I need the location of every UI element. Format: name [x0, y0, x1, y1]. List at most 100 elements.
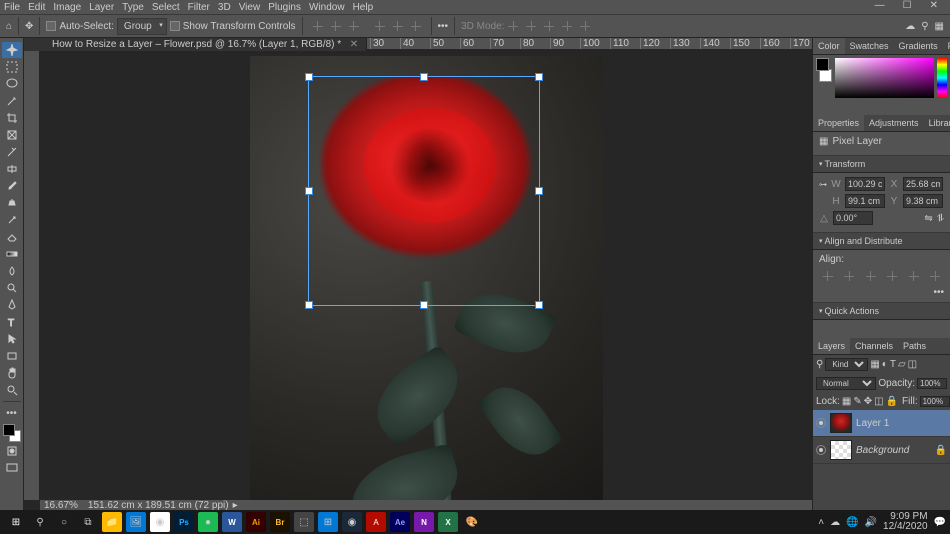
tab-properties[interactable]: Properties: [813, 115, 864, 131]
taskbar-app-chrome[interactable]: ◉: [150, 512, 170, 532]
canvas-area[interactable]: How to Resize a Layer – Flower.psd @ 16.…: [24, 38, 812, 510]
x-input[interactable]: [903, 177, 943, 191]
align-more-icon[interactable]: •••: [933, 287, 944, 298]
tray-onedrive-icon[interactable]: ☁: [830, 517, 840, 528]
move-tool-icon[interactable]: ✥: [25, 21, 33, 32]
zoom-tool[interactable]: [2, 382, 22, 398]
align-right-icon[interactable]: [347, 19, 361, 33]
lock-all-icon[interactable]: 🔒: [886, 396, 898, 407]
taskbar-app-photoshop[interactable]: Ps: [174, 512, 194, 532]
menu-type[interactable]: Type: [122, 2, 144, 13]
search-button[interactable]: ⚲: [30, 512, 50, 532]
filter-kind-dropdown[interactable]: Kind: [825, 358, 868, 371]
y-input[interactable]: [903, 194, 943, 208]
layer-name-background[interactable]: Background: [856, 445, 909, 456]
window-close-button[interactable]: ✕: [930, 0, 938, 11]
document-canvas[interactable]: [250, 56, 603, 506]
start-button[interactable]: ⊞: [6, 512, 26, 532]
type-tool[interactable]: T: [2, 314, 22, 330]
menu-filter[interactable]: Filter: [188, 2, 210, 13]
tab-adjustments[interactable]: Adjustments: [864, 115, 924, 131]
foreground-color[interactable]: [3, 424, 15, 436]
3d-orbit-icon[interactable]: [506, 19, 520, 33]
filter-type-icon[interactable]: T: [890, 359, 896, 370]
filter-shape-icon[interactable]: ▱: [898, 359, 906, 370]
align-right-edges-icon[interactable]: [864, 269, 878, 283]
blend-mode-dropdown[interactable]: Normal: [816, 377, 876, 390]
hand-tool[interactable]: [2, 365, 22, 381]
layer-thumbnail-layer1[interactable]: [830, 413, 852, 433]
taskbar-app-photos[interactable]: 🖼: [126, 512, 146, 532]
clone-stamp-tool[interactable]: [2, 195, 22, 211]
document-tab[interactable]: How to Resize a Layer – Flower.psd @ 16.…: [44, 38, 367, 51]
tab-channels[interactable]: Channels: [850, 338, 898, 354]
tab-paths[interactable]: Paths: [898, 338, 931, 354]
tab-patterns[interactable]: Patterns: [943, 38, 950, 54]
status-chevron-icon[interactable]: ▸: [233, 500, 238, 511]
flip-vertical-icon[interactable]: ⥮: [937, 213, 944, 224]
lasso-tool[interactable]: [2, 76, 22, 92]
menu-edit[interactable]: Edit: [28, 2, 45, 13]
filter-smart-icon[interactable]: ◫: [908, 359, 917, 370]
fill-input[interactable]: [920, 396, 950, 407]
taskbar-app-aftereffects[interactable]: Ae: [390, 512, 410, 532]
magic-wand-tool[interactable]: [2, 93, 22, 109]
align-center-h-icon[interactable]: [329, 19, 343, 33]
taskbar-app-acrobat[interactable]: A: [366, 512, 386, 532]
align-top-edges-icon[interactable]: [886, 269, 900, 283]
angle-input[interactable]: [833, 211, 873, 225]
auto-select-checkbox[interactable]: [46, 21, 56, 31]
menu-window[interactable]: Window: [309, 2, 345, 13]
opacity-input[interactable]: [917, 378, 947, 389]
3d-roll-icon[interactable]: [524, 19, 538, 33]
visibility-toggle-background[interactable]: [816, 445, 826, 455]
cortana-button[interactable]: ○: [54, 512, 74, 532]
transform-controls-checkbox[interactable]: [170, 21, 180, 31]
tab-gradients[interactable]: Gradients: [894, 38, 943, 54]
gradient-tool[interactable]: [2, 246, 22, 262]
taskbar-app-explorer[interactable]: 📁: [102, 512, 122, 532]
flip-horizontal-icon[interactable]: ⇋: [924, 213, 932, 224]
crop-tool[interactable]: [2, 110, 22, 126]
tab-layers[interactable]: Layers: [813, 338, 850, 354]
zoom-level[interactable]: 16.67%: [44, 500, 78, 511]
align-left-icon[interactable]: [311, 19, 325, 33]
tab-swatches[interactable]: Swatches: [845, 38, 894, 54]
align-vertical-centers-icon[interactable]: [907, 269, 921, 283]
menu-layer[interactable]: Layer: [89, 2, 114, 13]
brush-tool[interactable]: [2, 178, 22, 194]
edit-toolbar-icon[interactable]: •••: [2, 405, 22, 421]
share-icon[interactable]: ☁: [905, 21, 915, 32]
window-minimize-button[interactable]: —: [875, 0, 885, 11]
rectangle-tool[interactable]: [2, 348, 22, 364]
filter-search-icon[interactable]: ⚲: [816, 359, 823, 370]
layer-thumbnail-background[interactable]: [830, 440, 852, 460]
path-selection-tool[interactable]: [2, 331, 22, 347]
taskbar-app-excel[interactable]: X: [438, 512, 458, 532]
taskbar-app-generic1[interactable]: ⬚: [294, 512, 314, 532]
link-wh-icon[interactable]: ⊶: [819, 180, 827, 189]
align-bottom-edges-icon[interactable]: [929, 269, 943, 283]
healing-brush-tool[interactable]: [2, 161, 22, 177]
align-section-header[interactable]: Align and Distribute: [813, 232, 950, 250]
menu-image[interactable]: Image: [53, 2, 81, 13]
taskbar-app-spotify[interactable]: ●: [198, 512, 218, 532]
frame-tool[interactable]: [2, 127, 22, 143]
color-field[interactable]: [835, 58, 934, 98]
tray-network-icon[interactable]: 🌐: [846, 517, 858, 528]
blur-tool[interactable]: [2, 263, 22, 279]
3d-slide-icon[interactable]: [560, 19, 574, 33]
align-left-edges-icon[interactable]: [821, 269, 835, 283]
auto-select-dropdown[interactable]: Group: [117, 18, 167, 35]
tab-libraries[interactable]: Libraries: [924, 115, 950, 131]
align-horizontal-centers-icon[interactable]: [843, 269, 857, 283]
layer-row-layer1[interactable]: Layer 1: [813, 410, 950, 437]
eraser-tool[interactable]: [2, 229, 22, 245]
tray-chevron-icon[interactable]: ˄: [818, 517, 824, 528]
close-tab-icon[interactable]: ✕: [350, 39, 358, 50]
home-icon[interactable]: ⌂: [6, 21, 12, 32]
system-clock[interactable]: 9:09 PM 12/4/2020: [883, 512, 928, 532]
move-tool[interactable]: [2, 42, 22, 58]
menu-3d[interactable]: 3D: [218, 2, 231, 13]
pen-tool[interactable]: [2, 297, 22, 313]
